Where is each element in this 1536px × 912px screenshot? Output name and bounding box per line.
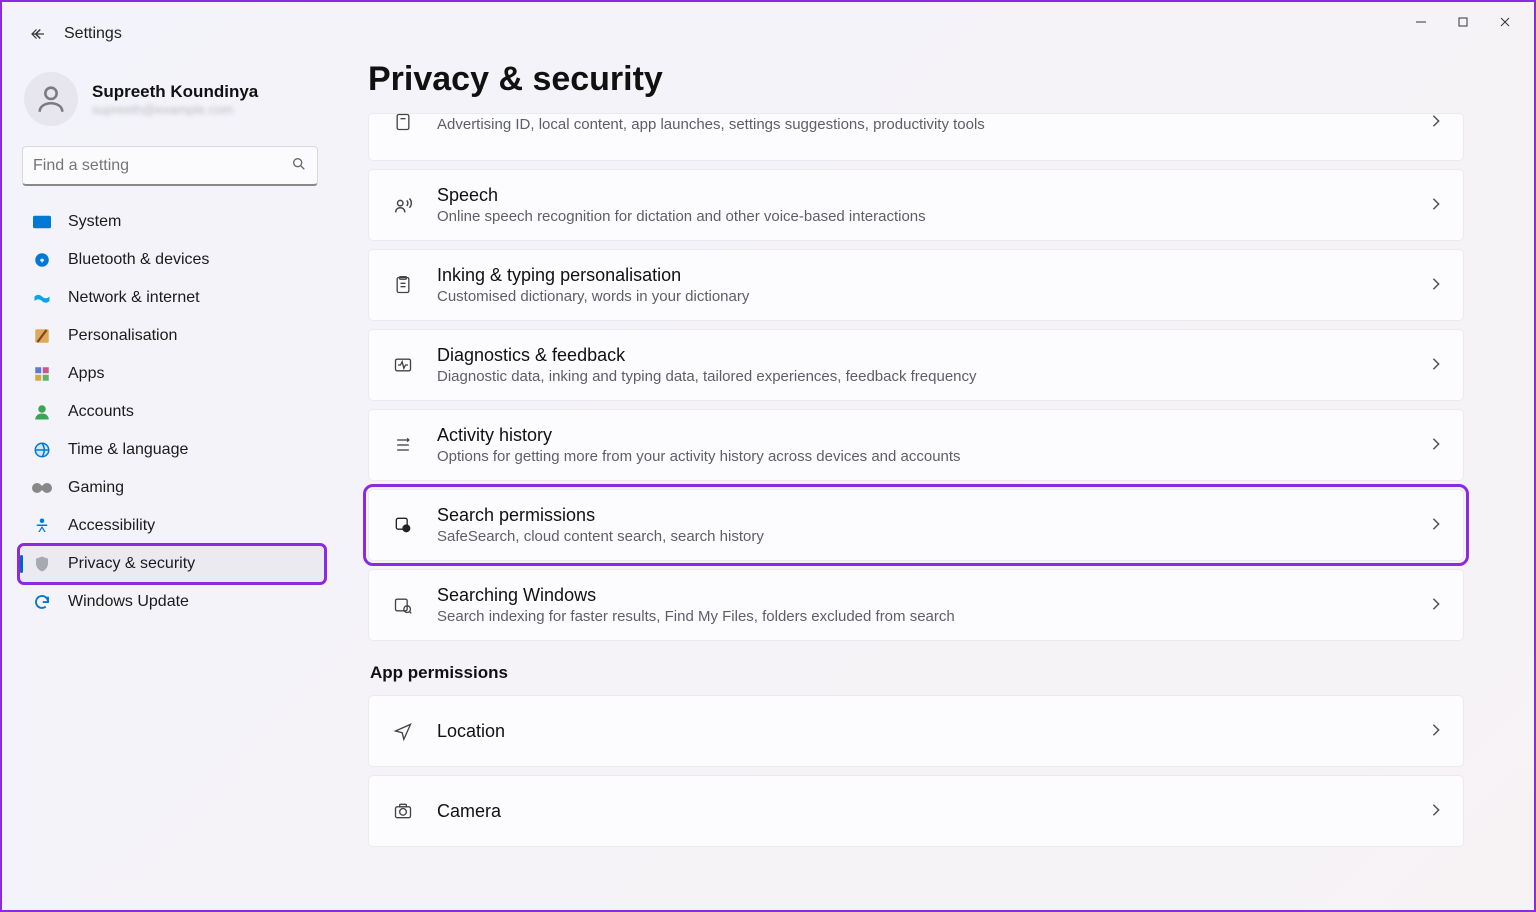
nav-icon xyxy=(32,592,52,612)
chevron-right-icon xyxy=(1431,517,1441,534)
card-subtitle: Diagnostic data, inking and typing data,… xyxy=(437,368,1431,385)
card-camera[interactable]: Camera xyxy=(368,775,1464,847)
card-title: Inking & typing personalisation xyxy=(437,265,1431,286)
nav-icon xyxy=(32,402,52,422)
card-icon xyxy=(391,193,415,217)
card-subtitle: Online speech recognition for dictation … xyxy=(437,208,1431,225)
profile-name: Supreeth Koundinya xyxy=(92,82,258,102)
search-input[interactable] xyxy=(33,157,291,175)
card-diagnostics-feedback[interactable]: Diagnostics & feedback Diagnostic data, i… xyxy=(368,329,1464,401)
nav-item-apps[interactable]: Apps xyxy=(20,356,324,392)
nav-item-time-language[interactable]: Time & language xyxy=(20,432,324,468)
card-inking-typing-personalisation[interactable]: Inking & typing personalisation Customise… xyxy=(368,249,1464,321)
search-icon xyxy=(291,156,307,175)
nav-icon xyxy=(32,554,52,574)
nav-icon xyxy=(32,364,52,384)
header: Settings xyxy=(2,22,1534,46)
nav-icon xyxy=(32,516,52,536)
card-icon xyxy=(391,719,415,743)
card-title: Search permissions xyxy=(437,505,1431,526)
nav-label: Windows Update xyxy=(68,593,189,611)
card-icon xyxy=(391,433,415,457)
card-subtitle: SafeSearch, cloud content search, search… xyxy=(437,528,1431,545)
sidebar: Supreeth Koundinya supreeth@example.com … xyxy=(12,56,332,910)
card-icon xyxy=(391,513,415,537)
nav-label: Accounts xyxy=(68,403,134,421)
nav-item-personalisation[interactable]: Personalisation xyxy=(20,318,324,354)
chevron-right-icon xyxy=(1431,197,1441,214)
nav-icon xyxy=(32,478,52,498)
close-button[interactable] xyxy=(1484,8,1526,36)
nav-item-privacy-security[interactable]: Privacy & security xyxy=(20,546,324,582)
card-title: Location xyxy=(437,721,1431,742)
card-search-permissions[interactable]: Search permissions SafeSearch, cloud cont… xyxy=(368,489,1464,561)
card-activity-history[interactable]: Activity history Options for getting more… xyxy=(368,409,1464,481)
card-searching-windows[interactable]: Searching Windows Search indexing for fas… xyxy=(368,569,1464,641)
card-title: Camera xyxy=(437,801,1431,822)
chevron-right-icon xyxy=(1431,114,1441,131)
nav-label: Time & language xyxy=(68,441,188,459)
card-icon xyxy=(391,273,415,297)
card-title: Activity history xyxy=(437,425,1431,446)
nav-icon xyxy=(32,288,52,308)
minimize-button[interactable] xyxy=(1400,8,1442,36)
nav-label: Bluetooth & devices xyxy=(68,251,209,269)
card-icon xyxy=(391,799,415,823)
nav-label: Privacy & security xyxy=(68,555,195,573)
nav-icon: ᛭ xyxy=(32,250,52,270)
nav-item-gaming[interactable]: Gaming xyxy=(20,470,324,506)
card-icon xyxy=(391,110,415,134)
nav-icon xyxy=(32,326,52,346)
card-icon xyxy=(391,593,415,617)
profile-email: supreeth@example.com xyxy=(92,102,258,117)
profile[interactable]: Supreeth Koundinya supreeth@example.com xyxy=(20,62,324,140)
nav-label: Gaming xyxy=(68,479,124,497)
nav-item-system[interactable]: System xyxy=(20,204,324,240)
section-app-permissions: App permissions xyxy=(370,663,1464,683)
page-title: Privacy & security xyxy=(368,60,1464,99)
chevron-right-icon xyxy=(1431,597,1441,614)
nav-icon xyxy=(32,440,52,460)
nav-item-windows-update[interactable]: Windows Update xyxy=(20,584,324,620)
card-subtitle: Advertising ID, local content, app launc… xyxy=(437,116,1431,133)
nav-label: Personalisation xyxy=(68,327,177,345)
card-subtitle: Search indexing for faster results, Find… xyxy=(437,608,1431,625)
nav-icon xyxy=(32,212,52,232)
search-box[interactable] xyxy=(22,146,318,186)
card-location[interactable]: Location xyxy=(368,695,1464,767)
nav-label: Apps xyxy=(68,365,104,383)
chevron-right-icon xyxy=(1431,437,1441,454)
chevron-right-icon xyxy=(1431,803,1441,820)
nav-label: System xyxy=(68,213,121,231)
chevron-right-icon xyxy=(1431,357,1441,374)
svg-text:᛭: ᛭ xyxy=(39,256,45,267)
nav-item-bluetooth-devices[interactable]: ᛭ Bluetooth & devices xyxy=(20,242,324,278)
card-title: Diagnostics & feedback xyxy=(437,345,1431,366)
nav-item-accounts[interactable]: Accounts xyxy=(20,394,324,430)
back-button[interactable] xyxy=(26,22,50,46)
card-subtitle: Customised dictionary, words in your dic… xyxy=(437,288,1431,305)
chevron-right-icon xyxy=(1431,723,1441,740)
nav-item-accessibility[interactable]: Accessibility xyxy=(20,508,324,544)
card-title: Searching Windows xyxy=(437,585,1431,606)
card-speech[interactable]: Speech Online speech recognition for dict… xyxy=(368,169,1464,241)
card-title: Speech xyxy=(437,185,1431,206)
nav: System ᛭ Bluetooth & devices Network & inte… xyxy=(20,204,324,620)
chevron-right-icon xyxy=(1431,277,1441,294)
card-subtitle: Options for getting more from your activ… xyxy=(437,448,1431,465)
nav-label: Accessibility xyxy=(68,517,155,535)
main: Privacy & security GeneralAdvertising ID… xyxy=(332,56,1524,910)
maximize-button[interactable] xyxy=(1442,8,1484,36)
nav-label: Network & internet xyxy=(68,289,200,307)
card-general[interactable]: GeneralAdvertising ID, local content, ap… xyxy=(368,113,1464,161)
avatar xyxy=(24,72,78,126)
app-title: Settings xyxy=(64,25,122,43)
card-icon xyxy=(391,353,415,377)
nav-item-network-internet[interactable]: Network & internet xyxy=(20,280,324,316)
